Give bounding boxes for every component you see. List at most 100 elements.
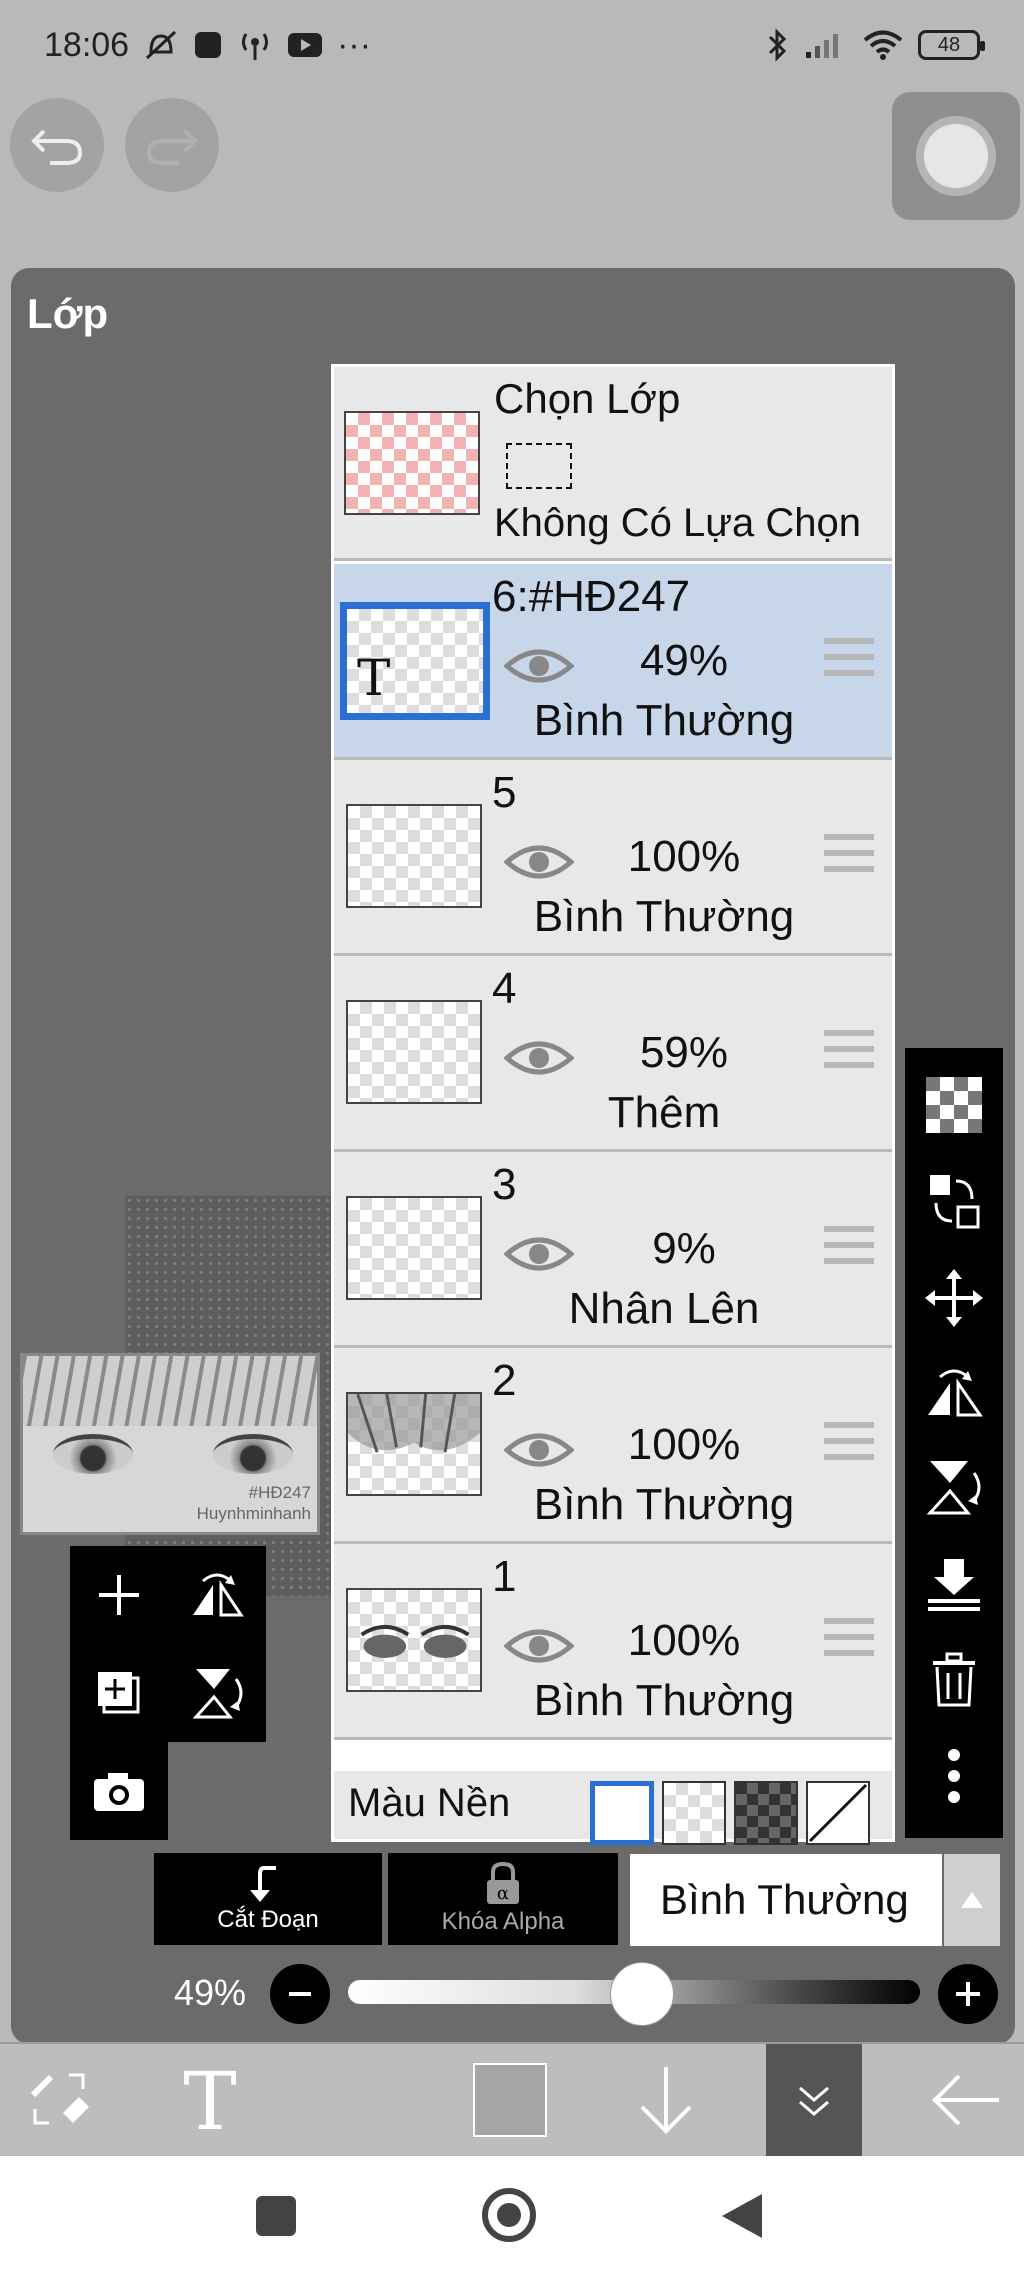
layer-row-3[interactable]: 3 9% Nhân Lên [334,1152,892,1348]
clip-label: Cắt Đoạn [217,1906,319,1933]
flip-v-button[interactable] [168,1644,266,1742]
hotspot-icon [237,28,273,62]
text-tool-button[interactable]: T [160,2044,260,2156]
text-icon: T [183,2063,236,2137]
signal-icon [804,30,848,60]
bg-none-swatch[interactable] [806,1781,870,1845]
opacity-increase-button[interactable] [938,1964,998,2024]
layer-row-1[interactable]: 1 100% Bình Thường [334,1544,892,1740]
floating-menu-button[interactable] [892,92,1020,220]
minus-icon [289,1992,311,1996]
wifi-icon [862,29,904,61]
add-copy-button[interactable] [70,1644,168,1742]
layer-thumbnail [346,1000,482,1104]
drag-handle-icon[interactable] [824,1226,874,1274]
blend-mode-value: Bình Thường [660,1876,909,1923]
clip-arrow-icon [250,1866,276,1902]
drag-handle-icon[interactable] [824,1030,874,1078]
bg-dark-checker-swatch[interactable] [734,1781,798,1845]
left-tools-camera [70,1742,168,1840]
trash-icon[interactable] [929,1651,979,1714]
more-notifications-icon: ··· [337,25,372,64]
bg-white-swatch[interactable] [590,1781,654,1845]
selection-marquee-icon [506,443,572,489]
layer-row-4[interactable]: 4 59% Thêm [334,956,892,1152]
system-back-button[interactable] [720,2192,764,2245]
home-button[interactable] [480,2186,538,2249]
redo-button[interactable] [125,98,219,192]
canvas-preview[interactable]: #HĐ247 Huynhminhanh [20,1353,320,1535]
layer-list: Chọn Lớp Không Có Lựa Chọn T 6:#HĐ247 49… [331,364,895,1845]
layer-thumbnail [346,1196,482,1300]
svg-text:α: α [497,1883,509,1904]
drag-handle-icon[interactable] [824,1618,874,1666]
undo-button[interactable] [10,98,104,192]
app-icon [193,30,223,60]
blend-dropdown-button[interactable] [944,1854,1000,1946]
flip-h-button[interactable] [168,1546,266,1644]
alpha-lock-label: Khóa Alpha [441,1908,565,1935]
layer-name: 2 [492,1356,517,1405]
caret-up-icon [961,1892,983,1908]
watermark-line2: Huynhminhanh [196,1503,311,1523]
layer-thumbnail [346,1588,482,1692]
opacity-control: 49% [0,1958,1024,2032]
layer-row-6[interactable]: T 6:#HĐ247 49% Bình Thường [334,564,892,760]
layer-blend-mode: Bình Thường [533,1480,795,1529]
camera-icon [94,1773,144,1811]
layer-thumbnail [346,804,482,908]
undo-icon [31,129,83,165]
opacity-decrease-button[interactable] [270,1964,330,2024]
triangle-back-icon [722,2194,762,2238]
selection-layer-row[interactable]: Chọn Lớp Không Có Lựa Chọn [334,367,892,561]
swap-layer-icon[interactable] [926,1171,982,1236]
selection-subtitle: Không Có Lựa Chọn [494,501,862,545]
drag-handle-icon[interactable] [824,1422,874,1470]
layer-name: 3 [492,1160,517,1209]
redo-icon [146,129,198,165]
collapse-panel-button[interactable] [766,2044,862,2156]
down-arrow-button[interactable] [616,2044,716,2156]
layer-blend-mode: Nhân Lên [568,1284,760,1333]
bg-transparent-swatch[interactable] [662,1781,726,1845]
bottom-toolbar: T [0,2042,1024,2156]
flip-v-icon [192,1669,243,1719]
watermark-line1: #HĐ247 [248,1482,311,1502]
back-button[interactable] [916,2044,1016,2156]
drag-handle-icon[interactable] [824,638,874,686]
move-icon[interactable] [925,1268,983,1332]
opacity-slider-handle[interactable] [610,1962,675,2026]
camera-button[interactable] [70,1742,168,1840]
layer-row-5[interactable]: 5 100% Bình Thường [334,760,892,956]
add-layer-button[interactable] [70,1546,168,1644]
double-chevron-down-icon [799,2086,829,2116]
layer-opacity: 9% [652,1224,716,1273]
layer-thumbnail: T [340,602,490,720]
alpha-lock-button[interactable]: α Khóa Alpha [388,1853,618,1945]
clock: 18:06 [44,25,130,64]
layer-blend-mode: Thêm [607,1088,721,1137]
recents-button[interactable] [254,2194,298,2243]
flip-horizontal-icon[interactable] [924,1365,984,1424]
selection-thumbnail [344,411,480,515]
merge-down-icon[interactable] [926,1555,982,1618]
layer-blend-mode: Bình Thường [533,696,795,745]
checker-icon[interactable] [926,1076,982,1138]
system-nav-bar [0,2156,1024,2276]
square-icon [256,2196,296,2236]
slash-icon [808,1783,868,1843]
status-bar: 18:06 ··· 48 [0,0,1024,90]
drag-handle-icon[interactable] [824,834,874,882]
more-icon[interactable] [946,1747,962,1810]
blend-mode-select[interactable]: Bình Thường [630,1854,942,1946]
clipping-button[interactable]: Cắt Đoạn [154,1853,382,1945]
color-swatch-button[interactable] [460,2044,560,2156]
right-toolbar [905,1048,1003,1838]
transform-tool-button[interactable] [10,2044,110,2156]
layer-name: 4 [492,964,517,1013]
layer-row-2[interactable]: 2 100% Bình Thường [334,1348,892,1544]
circle-home-icon [482,2188,536,2242]
add-layer-icon [99,1575,139,1615]
flip-vertical-icon[interactable] [924,1457,984,1522]
opacity-label: 49% [174,1972,247,2013]
